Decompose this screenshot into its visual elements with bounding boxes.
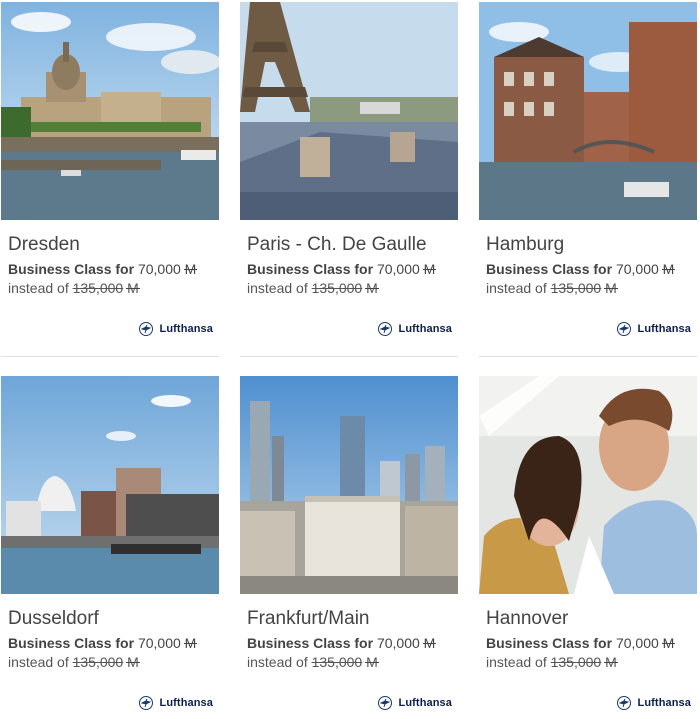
offer-price: Business Class for 70,000 M — [486, 634, 697, 652]
miles-icon: M — [365, 654, 379, 670]
instead-label: instead of — [247, 280, 308, 296]
class-label: Business Class for — [247, 635, 374, 651]
crane-icon — [138, 696, 153, 710]
crane-icon — [377, 322, 392, 336]
miles-icon: M — [183, 635, 197, 651]
offer-card-hamburg[interactable]: Hamburg Business Class for 70,000 M inst… — [479, 2, 697, 336]
row-divider — [479, 356, 697, 357]
crane-icon — [138, 322, 153, 336]
price-value: 70,000 — [137, 261, 181, 277]
airline-name: Lufthansa — [637, 697, 691, 709]
price-value: 70,000 — [615, 261, 659, 277]
city-name[interactable]: Frankfurt/Main — [247, 608, 458, 630]
instead-label: instead of — [247, 654, 308, 670]
crane-icon — [616, 322, 631, 336]
instead-label: instead of — [8, 654, 69, 670]
old-price: 135,000 — [72, 280, 124, 296]
city-name[interactable]: Paris - Ch. De Gaulle — [247, 234, 458, 256]
airline-logo[interactable]: Lufthansa — [138, 695, 213, 711]
offer-price: Business Class for 70,000 M — [247, 260, 458, 278]
offer-card-paris[interactable]: Paris - Ch. De Gaulle Business Class for… — [240, 2, 458, 336]
city-name[interactable]: Dusseldorf — [8, 608, 219, 630]
old-price: 135,000 — [311, 654, 363, 670]
price-value: 70,000 — [376, 635, 420, 651]
offer-price: Business Class for 70,000 M — [8, 634, 219, 652]
old-price: 135,000 — [72, 654, 124, 670]
crane-icon — [377, 696, 392, 710]
hannover-photo[interactable] — [479, 376, 697, 594]
miles-icon: M — [422, 635, 436, 651]
old-price: 135,000 — [550, 280, 602, 296]
airline-logo[interactable]: Lufthansa — [616, 695, 691, 711]
miles-icon: M — [126, 280, 140, 296]
price-value: 70,000 — [137, 635, 181, 651]
class-label: Business Class for — [8, 635, 135, 651]
miles-icon: M — [604, 654, 618, 670]
airline-name: Lufthansa — [159, 323, 213, 335]
city-name[interactable]: Hamburg — [486, 234, 697, 256]
old-price-line: instead of 135,000 M — [247, 653, 458, 671]
miles-icon: M — [365, 280, 379, 296]
miles-icon: M — [661, 635, 675, 651]
airline-logo[interactable]: Lufthansa — [377, 321, 452, 337]
row-divider — [1, 356, 219, 357]
instead-label: instead of — [8, 280, 69, 296]
old-price: 135,000 — [311, 280, 363, 296]
airline-logo[interactable]: Lufthansa — [138, 321, 213, 337]
miles-icon: M — [661, 261, 675, 277]
offer-card-hannover[interactable]: Hannover Business Class for 70,000 M ins… — [479, 376, 697, 710]
price-value: 70,000 — [615, 635, 659, 651]
offer-card-dusseldorf[interactable]: Dusseldorf Business Class for 70,000 M i… — [1, 376, 219, 710]
airline-name: Lufthansa — [398, 697, 452, 709]
paris-photo[interactable] — [240, 2, 458, 220]
class-label: Business Class for — [486, 635, 613, 651]
frankfurt-photo[interactable] — [240, 376, 458, 594]
old-price-line: instead of 135,000 M — [486, 279, 697, 297]
old-price-line: instead of 135,000 M — [8, 279, 219, 297]
hamburg-photo[interactable] — [479, 2, 697, 220]
offer-price: Business Class for 70,000 M — [247, 634, 458, 652]
airline-name: Lufthansa — [398, 323, 452, 335]
dusseldorf-photo[interactable] — [1, 376, 219, 594]
airline-name: Lufthansa — [159, 697, 213, 709]
row-divider — [240, 356, 458, 357]
instead-label: instead of — [486, 280, 547, 296]
city-name[interactable]: Hannover — [486, 608, 697, 630]
offer-card-dresden[interactable]: Dresden Business Class for 70,000 M inst… — [1, 2, 219, 336]
dresden-photo[interactable] — [1, 2, 219, 220]
airline-logo[interactable]: Lufthansa — [377, 695, 452, 711]
old-price-line: instead of 135,000 M — [247, 279, 458, 297]
class-label: Business Class for — [247, 261, 374, 277]
instead-label: instead of — [486, 654, 547, 670]
miles-icon: M — [126, 654, 140, 670]
offer-card-frankfurt[interactable]: Frankfurt/Main Business Class for 70,000… — [240, 376, 458, 710]
airline-logo[interactable]: Lufthansa — [616, 321, 691, 337]
miles-icon: M — [422, 261, 436, 277]
crane-icon — [616, 696, 631, 710]
old-price: 135,000 — [550, 654, 602, 670]
offer-price: Business Class for 70,000 M — [486, 260, 697, 278]
city-name[interactable]: Dresden — [8, 234, 219, 256]
airline-name: Lufthansa — [637, 323, 691, 335]
class-label: Business Class for — [8, 261, 135, 277]
class-label: Business Class for — [486, 261, 613, 277]
offer-price: Business Class for 70,000 M — [8, 260, 219, 278]
price-value: 70,000 — [376, 261, 420, 277]
old-price-line: instead of 135,000 M — [486, 653, 697, 671]
old-price-line: instead of 135,000 M — [8, 653, 219, 671]
miles-icon: M — [604, 280, 618, 296]
miles-icon: M — [183, 261, 197, 277]
